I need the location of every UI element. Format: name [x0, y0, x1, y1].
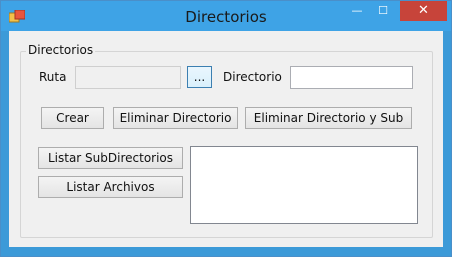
minimize-button[interactable]: — — [344, 1, 370, 21]
eliminar-directorio-sub-button[interactable]: Eliminar Directorio y Sub — [245, 107, 412, 129]
title-bar[interactable]: Directorios — ☐ ✕ — [1, 1, 451, 31]
close-button[interactable]: ✕ — [400, 1, 447, 21]
groupbox-label: Directorios — [26, 43, 96, 57]
directorio-label: Directorio — [223, 70, 282, 84]
client-area: Directorios Ruta ... Directorio Crear El… — [9, 31, 443, 247]
results-listbox[interactable] — [190, 146, 418, 224]
ruta-label: Ruta — [39, 70, 67, 84]
crear-button[interactable]: Crear — [41, 107, 104, 129]
browse-button[interactable]: ... — [187, 66, 212, 88]
ruta-input[interactable] — [75, 66, 181, 89]
eliminar-directorio-button[interactable]: Eliminar Directorio — [113, 107, 238, 129]
listar-subdirectorios-button[interactable]: Listar SubDirectorios — [38, 147, 183, 169]
maximize-button[interactable]: ☐ — [370, 1, 396, 21]
directorio-input[interactable] — [290, 66, 413, 89]
app-window: Directorios — ☐ ✕ Directorios Ruta ... D… — [0, 0, 452, 257]
listar-archivos-button[interactable]: Listar Archivos — [38, 176, 183, 198]
